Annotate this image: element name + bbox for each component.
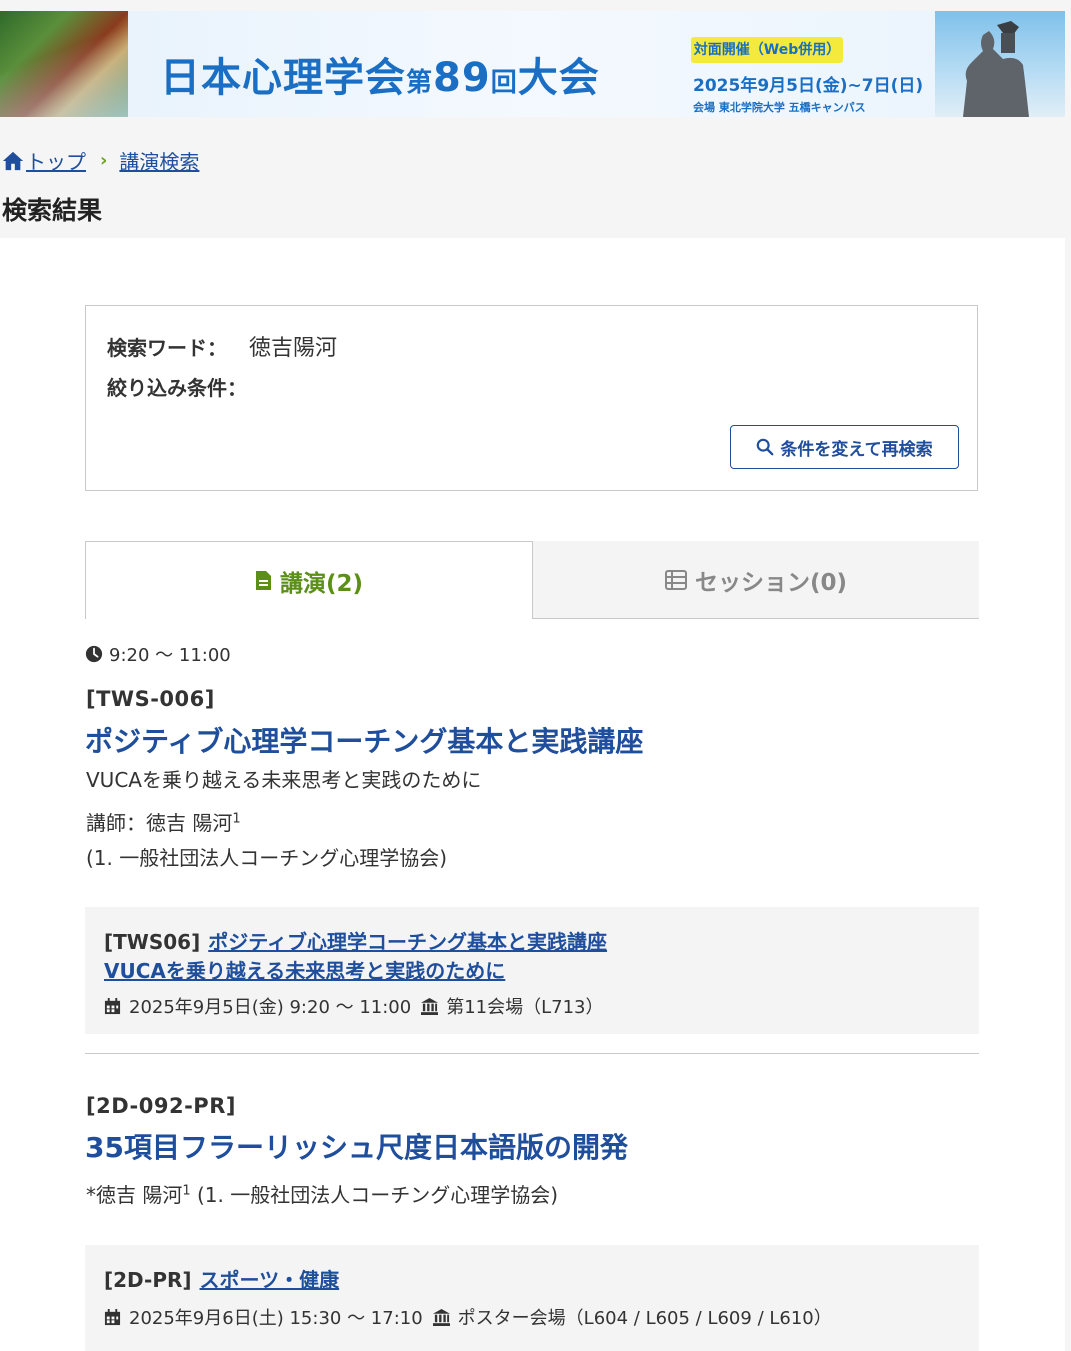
horse-statue-icon <box>963 21 1029 117</box>
search-filter-label: 絞り込み条件： <box>107 376 247 400</box>
statue-photo <box>935 11 1065 117</box>
session-date: 2025年9月6日(土) 15:30 〜 17:10 <box>129 1308 423 1329</box>
building-icon <box>421 997 439 1015</box>
session-title-row: [2D-PR] スポーツ・健康 <box>104 1264 339 1293</box>
session-room: 第11会場（L713） <box>446 997 604 1018</box>
table-icon <box>664 569 687 590</box>
banner-date: 2025年9月5日(金)~7日(日) <box>693 76 924 96</box>
calendar-icon <box>104 1308 121 1325</box>
clock-icon <box>85 645 103 663</box>
page-title: 検索結果 <box>2 196 103 225</box>
tab-lectures-label: 講演(2) <box>279 570 364 597</box>
result-author: *徳吉 陽河1 (1. 一般社団法人コーチング心理学協会) <box>86 1183 559 1207</box>
session-card: [2D-PR] スポーツ・健康 2025年9月6日(土) 15:30 〜 17:1… <box>85 1245 979 1351</box>
session-card: [TWS06] ポジティブ心理学コーチング基本と実践講座 VUCAを乗り越える未来… <box>85 907 979 1034</box>
session-title-row-2: VUCAを乗り越える未来思考と実践のために <box>104 955 505 984</box>
tab-sessions-label: セッション(0) <box>694 569 848 596</box>
result-tabs: 講演(2) セッション(0) <box>85 541 979 619</box>
result-subtitle: VUCAを乗り越える未来思考と実践のために <box>86 768 482 792</box>
conference-banner[interactable]: 日本心理学会第89回大会 対面開催（Web併用） 2025年9月5日(金)~7日… <box>0 11 1065 117</box>
chevron-right-icon: › <box>100 150 108 171</box>
session-code: [TWS06] <box>104 930 201 954</box>
banner-title: 日本心理学会第89回大会 <box>160 55 600 101</box>
banner-badge: 対面開催（Web併用） <box>691 37 843 63</box>
tab-lectures[interactable]: 講演(2) <box>85 541 533 619</box>
search-icon <box>757 438 774 456</box>
banner-venue: 会場 東北学院大学 五橋キャンパス <box>693 101 866 114</box>
result-time: 9:20 〜 11:00 <box>85 641 231 667</box>
result-code: [2D-092-PR] <box>86 1094 236 1118</box>
building-icon <box>432 1308 450 1326</box>
session-code: [2D-PR] <box>104 1268 192 1292</box>
home-icon[interactable] <box>2 150 24 172</box>
result-divider <box>85 1053 979 1054</box>
document-icon <box>255 571 271 590</box>
session-title-row: [TWS06] ポジティブ心理学コーチング基本と実践講座 <box>104 926 607 955</box>
search-filter-row: 絞り込み条件： <box>107 372 247 401</box>
breadcrumb-home-link[interactable]: トップ <box>26 146 86 175</box>
result-title-link[interactable]: ポジティブ心理学コーチング基本と実践講座 <box>85 720 643 760</box>
breadcrumb: トップ › 講演検索 <box>2 146 199 175</box>
result-title-link[interactable]: 35項目フラーリッシュ尺度日本語版の開発 <box>85 1126 628 1166</box>
result-affiliation: (1. 一般社団法人コーチング心理学協会) <box>86 846 448 870</box>
session-meta: 2025年9月5日(金) 9:20 〜 11:00 第11会場（L713） <box>104 993 604 1019</box>
breadcrumb-search-link[interactable]: 講演検索 <box>119 146 199 175</box>
tab-sessions[interactable]: セッション(0) <box>533 541 979 619</box>
result-lecturer: 講師：徳吉 陽河1 <box>86 811 241 835</box>
search-keyword-value: 徳吉陽河 <box>249 336 338 361</box>
research-button-label: 条件を変えて再検索 <box>780 439 933 460</box>
research-button[interactable]: 条件を変えて再検索 <box>730 425 959 469</box>
session-date: 2025年9月5日(金) 9:20 〜 11:00 <box>129 997 412 1018</box>
search-keyword-label: 検索ワード： <box>107 336 227 360</box>
temple-photo <box>0 11 128 117</box>
session-subtitle-link[interactable]: VUCAを乗り越える未来思考と実践のために <box>104 959 505 983</box>
session-title-link[interactable]: スポーツ・健康 <box>200 1268 340 1292</box>
search-keyword-row: 検索ワード： 徳吉陽河 <box>107 330 337 362</box>
calendar-icon <box>104 997 121 1014</box>
result-code: [TWS-006] <box>86 687 215 711</box>
session-title-link[interactable]: ポジティブ心理学コーチング基本と実践講座 <box>208 930 607 954</box>
session-room: ポスター会場（L604 / L605 / L609 / L610） <box>457 1308 832 1329</box>
session-meta: 2025年9月6日(土) 15:30 〜 17:10 ポスター会場（L604 /… <box>104 1304 832 1330</box>
results-panel: 検索ワード： 徳吉陽河 絞り込み条件： 条件を変えて再検索 講演(2) セッショ… <box>0 238 1065 1351</box>
search-conditions-box: 検索ワード： 徳吉陽河 絞り込み条件： 条件を変えて再検索 <box>85 305 978 491</box>
